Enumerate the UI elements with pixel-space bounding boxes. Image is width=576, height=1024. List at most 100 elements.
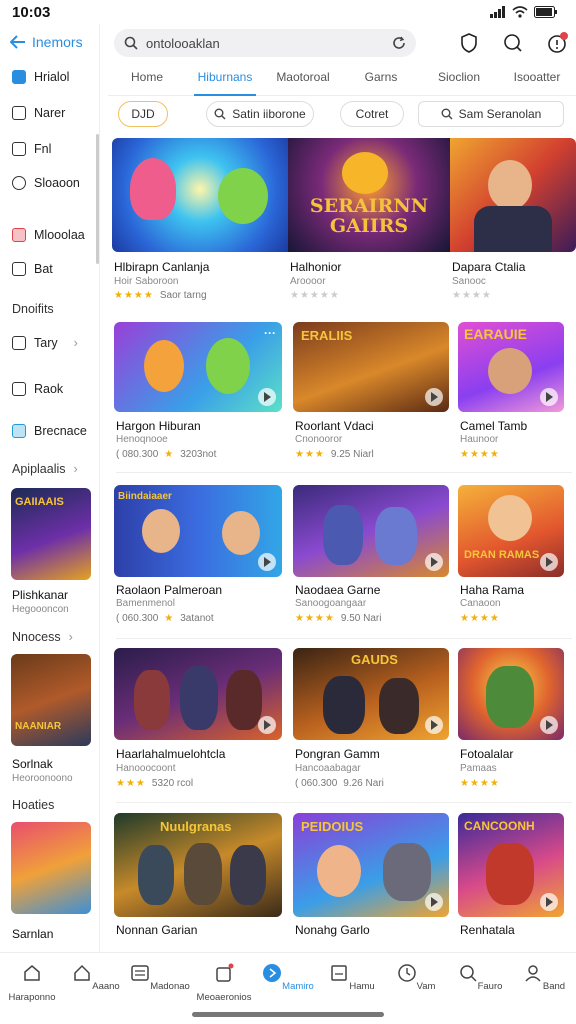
tab-6[interactable]: Isooatter: [498, 62, 576, 95]
game-card[interactable]: GAUDS Pongran Gamm Hancoaabagar ( 060.30…: [293, 648, 449, 789]
game-logo: ERALIIS: [301, 328, 353, 343]
play-icon[interactable]: [425, 553, 443, 571]
play-icon[interactable]: [540, 716, 558, 734]
game-logo: CANCOONH: [464, 819, 535, 833]
filter-chip-1[interactable]: DJD: [118, 101, 168, 127]
nav-item-2[interactable]: Aaano: [64, 953, 128, 1006]
game-card[interactable]: DRAN RAMAS Haha Rama Canaoon ★★★★: [458, 485, 564, 624]
nav-item-4[interactable]: Meoaeronios: [192, 953, 256, 1006]
play-icon[interactable]: [258, 716, 276, 734]
play-icon[interactable]: [425, 388, 443, 406]
game-card[interactable]: EARAUIE Camel Tamb Haunoor ★★★★: [458, 322, 564, 460]
game-card[interactable]: Biindaiaaer Raolaon Palmeroan Bamenmenol…: [114, 485, 282, 624]
sidebar-item-3[interactable]: Fnl: [12, 142, 51, 156]
game-title: Naodaea Garne: [295, 583, 381, 597]
sidebar-item-6[interactable]: Bat: [12, 262, 53, 276]
nav-label: Mamiro: [282, 981, 314, 992]
filter-chip-3[interactable]: Cotret: [340, 101, 404, 127]
sidebar-thumbnail-1[interactable]: GAIIAAIS: [11, 488, 91, 580]
signal-icon: [490, 6, 505, 18]
back-label: Inemors: [32, 34, 83, 50]
tab-4[interactable]: Garns: [342, 62, 420, 95]
battery-icon: [534, 6, 557, 18]
game-thumbnail: [114, 648, 282, 740]
status-time: 10:03: [12, 3, 51, 21]
rating-stars: ★★★★: [452, 290, 492, 301]
game-title: Halhonior: [290, 260, 342, 274]
game-thumbnail: ERALIIS: [293, 322, 449, 412]
game-meta: ★★★★★: [290, 290, 340, 301]
play-icon[interactable]: [540, 893, 558, 911]
nav-label: Madonao: [150, 981, 190, 992]
game-meta: ★★★★ Saor tarng: [114, 290, 207, 301]
play-icon[interactable]: [540, 388, 558, 406]
game-card[interactable]: Fotoalalar Pamaas ★★★★: [458, 648, 564, 789]
nav-item-5[interactable]: Mamiro: [256, 953, 320, 1006]
sidebar-thumbnail-3[interactable]: [11, 822, 91, 914]
sidebar-item-2[interactable]: Narer: [12, 106, 65, 120]
back-button[interactable]: Inemors: [10, 34, 83, 50]
search-bar[interactable]: ontolooaklan: [114, 29, 416, 57]
play-icon[interactable]: [425, 716, 443, 734]
nav-item-9[interactable]: Band: [512, 953, 576, 1006]
notification-icon[interactable]: [546, 32, 568, 54]
sidebar-item-7[interactable]: Tary ›: [12, 336, 78, 350]
search-circle-icon[interactable]: [502, 32, 524, 54]
sidebar-item-9[interactable]: Brecnace: [12, 424, 87, 438]
play-icon[interactable]: [425, 893, 443, 911]
clock-icon: [397, 964, 416, 982]
sidebar-item-1[interactable]: Hrialol: [12, 70, 69, 84]
game-card[interactable]: PEIDOIUS Nonahg Garlo: [293, 813, 449, 937]
game-card[interactable]: ··· Hargon Hiburan Henoqnooe ( 080.300 ★ 3…: [114, 322, 282, 460]
game-meta: ( 060.300 9.26 Nari: [295, 778, 384, 789]
tab-home[interactable]: Home: [108, 62, 186, 95]
tab-5[interactable]: Sioclion: [420, 62, 498, 95]
game-card[interactable]: Haarlahalmuelohtcla Hanooocoont ★★★ 5320 …: [114, 648, 282, 789]
sidebar-scrollbar[interactable]: [96, 134, 99, 264]
nav-item-7[interactable]: Vam: [384, 953, 448, 1006]
game-card[interactable]: Naodaea Garne Sanoogoangaar ★★★★ 9.50 Nar…: [293, 485, 449, 624]
game-card[interactable]: Dapara Ctalia Sanooc ★★★★: [450, 138, 576, 301]
filter-chip-2[interactable]: Satin iiborone: [206, 101, 314, 127]
game-subtitle: Hancoaabagar: [295, 763, 361, 774]
nav-item-1[interactable]: Haraponno: [0, 953, 64, 1006]
game-thumbnail: [458, 648, 564, 740]
sidebar-section-title: Hoaties: [12, 798, 55, 812]
tab-3[interactable]: Maotoroal: [264, 62, 342, 95]
game-meta: ★★★ 5320 rcol: [116, 778, 193, 789]
home-indicator[interactable]: [192, 1012, 384, 1017]
nav-item-3[interactable]: Madonao: [128, 953, 192, 1006]
sidebar-item-8[interactable]: Raok: [12, 382, 63, 396]
nav-item-8[interactable]: Fauro: [448, 953, 512, 1006]
game-meta: ★★★★: [460, 449, 500, 460]
sidebar-item-5[interactable]: Mlooolaa: [12, 228, 85, 242]
sidebar-thumbnail-title: Sorlnak: [12, 757, 53, 771]
sidebar-item-4[interactable]: Sloaoon: [12, 176, 80, 190]
play-icon[interactable]: [258, 388, 276, 406]
game-card[interactable]: CANCOONH Renhatala: [458, 813, 564, 937]
character-image: [180, 666, 218, 730]
game-meta: ★★★★: [460, 613, 500, 624]
play-icon[interactable]: [540, 553, 558, 571]
document-icon: [12, 262, 26, 276]
game-card[interactable]: Nuulgranas Nonnan Garian: [114, 813, 282, 937]
filter-chip-4[interactable]: Sam Seranolan: [418, 101, 564, 127]
game-logo: DRAN RAMAS: [464, 549, 540, 561]
search-input[interactable]: ontolooaklan: [146, 36, 384, 51]
character-image: [383, 843, 431, 901]
nav-item-6[interactable]: Hamu: [320, 953, 384, 1006]
game-card[interactable]: ERALIIS Roorlant Vdaci Cnonooror ★★★ 9.25…: [293, 322, 449, 460]
meta-text: ( 060.300: [116, 613, 159, 624]
chip-label: Satin iiborone: [232, 107, 306, 121]
refresh-icon[interactable]: [392, 36, 406, 50]
game-card[interactable]: SERAIRNN GAIIRS Halhonior Aroooor ★★★★★: [288, 138, 450, 301]
game-title: Fotoalalar: [460, 747, 514, 761]
shield-icon[interactable]: [458, 32, 480, 54]
nav-label: Aaano: [92, 981, 120, 992]
more-options-icon[interactable]: ···: [264, 326, 276, 340]
tab-hiburan[interactable]: Hiburnans: [186, 62, 264, 96]
character-image: [317, 845, 361, 897]
sidebar-thumbnail-2[interactable]: NAANIAR: [11, 654, 91, 746]
play-icon[interactable]: [258, 553, 276, 571]
game-card[interactable]: Hlbirapn Canlanja Hoir Saboroon ★★★★ Saor…: [112, 138, 288, 301]
